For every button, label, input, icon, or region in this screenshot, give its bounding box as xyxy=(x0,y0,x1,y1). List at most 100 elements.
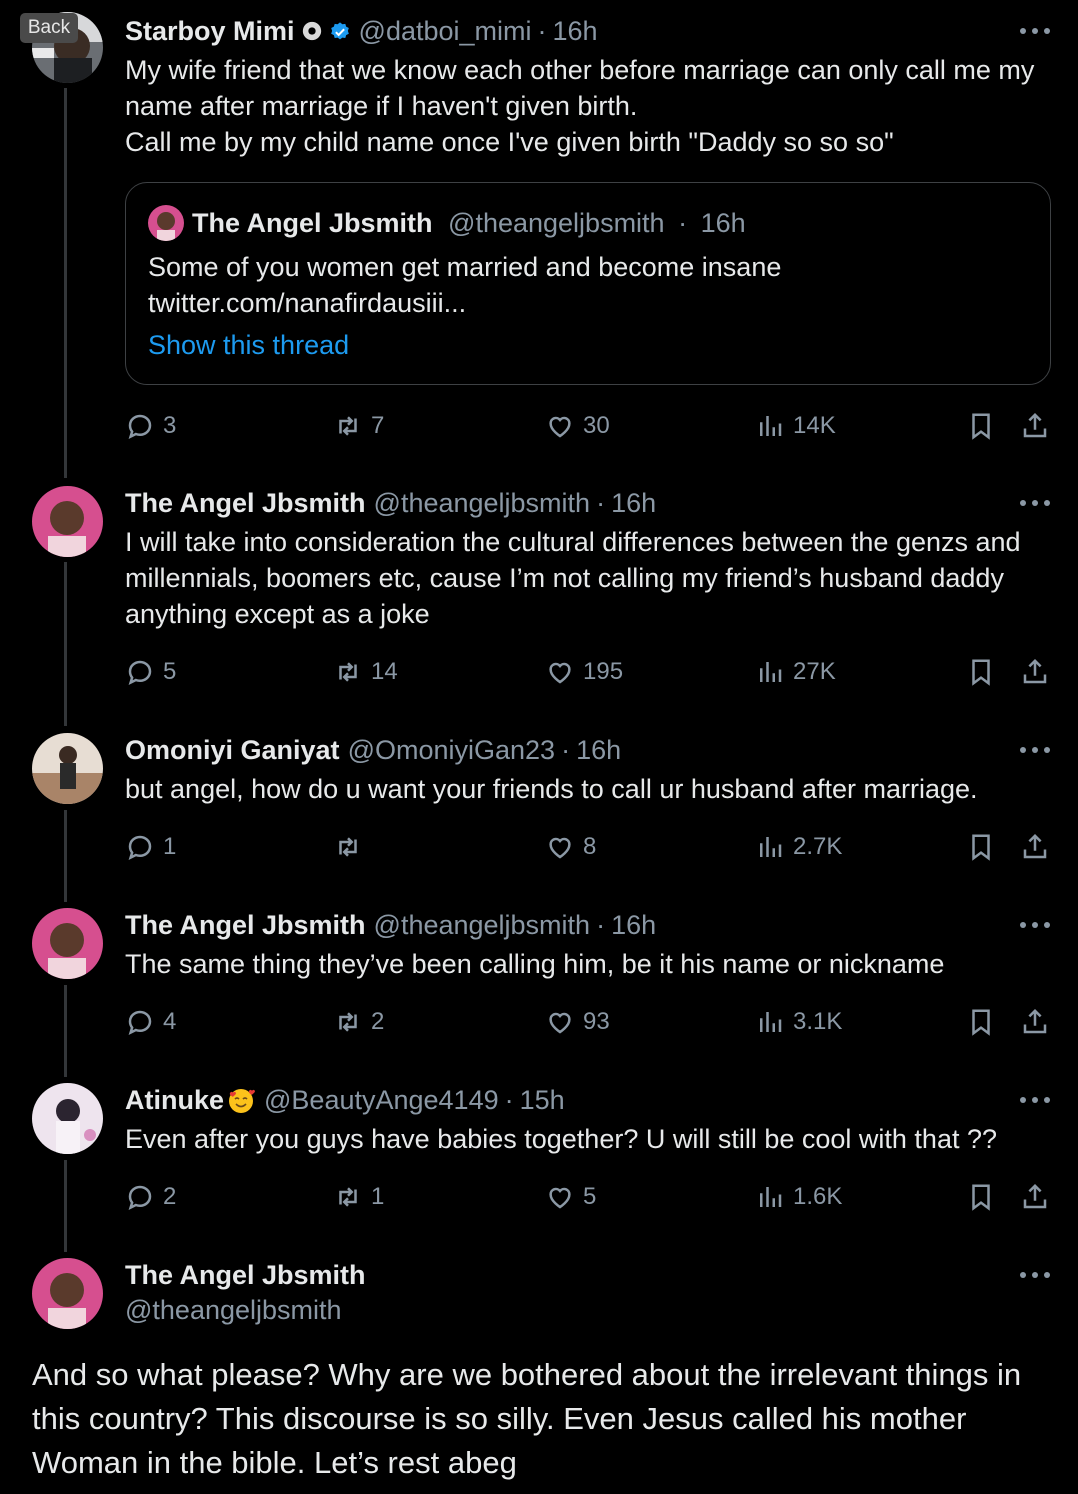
share-icon xyxy=(1020,411,1050,441)
avatar[interactable] xyxy=(32,486,103,557)
share-icon xyxy=(1020,1182,1050,1212)
timestamp[interactable]: 16h xyxy=(611,908,656,942)
avatar[interactable] xyxy=(32,733,103,804)
verified-badge-icon xyxy=(329,20,351,42)
separator-dot: · xyxy=(537,16,547,46)
view-count: 2.7K xyxy=(793,833,843,860)
more-icon[interactable] xyxy=(1020,733,1050,767)
views-button[interactable]: 27K xyxy=(755,655,836,689)
reply-icon xyxy=(125,411,155,441)
like-button[interactable]: 93 xyxy=(545,1005,610,1039)
author-handle[interactable]: @OmoniyiGan23 xyxy=(348,733,556,767)
avatar[interactable] xyxy=(32,1083,103,1154)
views-button[interactable]: 14K xyxy=(755,409,836,443)
retweet-icon xyxy=(333,1182,363,1212)
reply-button[interactable]: 4 xyxy=(125,1005,176,1039)
quote-author-name: The Angel Jbsmith xyxy=(192,208,433,238)
author-handle[interactable]: @BeautyAnge4149 xyxy=(264,1083,499,1117)
reply-button[interactable]: 2 xyxy=(125,1180,176,1214)
bookmark-button[interactable] xyxy=(966,1180,996,1214)
author-name[interactable]: Starboy Mimi xyxy=(125,14,295,48)
author-handle[interactable]: @theangeljbsmith xyxy=(125,1293,342,1327)
tweet-actions: 4 2 93 3.1K xyxy=(0,1005,1078,1039)
tweet-actions: 3 7 30 14K xyxy=(0,409,1078,443)
back-button[interactable]: Back xyxy=(20,13,78,43)
reply-icon xyxy=(125,1182,155,1212)
quote-timestamp: 16h xyxy=(700,208,746,238)
like-count: 93 xyxy=(583,1008,610,1035)
retweet-button[interactable]: 7 xyxy=(333,409,384,443)
tweet-header: The Angel Jbsmith xyxy=(125,1258,366,1292)
thread-line xyxy=(64,562,67,726)
share-button[interactable] xyxy=(1020,830,1050,864)
quoted-tweet[interactable]: The Angel Jbsmith @theangeljbsmith · 16h… xyxy=(125,182,1051,385)
like-count: 8 xyxy=(583,833,597,860)
author-name[interactable]: Omoniyi Ganiyat xyxy=(125,733,340,767)
like-count: 5 xyxy=(583,1183,597,1210)
author-name[interactable]: Atinuke xyxy=(125,1083,224,1117)
reply-count: 2 xyxy=(163,1183,177,1210)
bookmark-button[interactable] xyxy=(966,830,996,864)
like-button[interactable]: 5 xyxy=(545,1180,596,1214)
reply-icon xyxy=(125,657,155,687)
share-button[interactable] xyxy=(1020,1180,1050,1214)
more-icon[interactable] xyxy=(1020,486,1050,520)
bookmark-button[interactable] xyxy=(966,655,996,689)
heart-icon xyxy=(545,832,575,862)
share-icon xyxy=(1020,832,1050,862)
timestamp[interactable]: 16h xyxy=(553,14,598,48)
like-button[interactable]: 8 xyxy=(545,830,596,864)
retweet-button[interactable]: 14 xyxy=(333,655,398,689)
author-name[interactable]: The Angel Jbsmith xyxy=(125,1258,366,1292)
retweet-button[interactable] xyxy=(333,830,371,864)
author-handle[interactable]: @datboi_mimi xyxy=(359,14,532,48)
tweet-header: The Angel Jbsmith @theangeljbsmith · 16h xyxy=(125,486,657,520)
views-button[interactable]: 2.7K xyxy=(755,830,842,864)
retweet-button[interactable]: 1 xyxy=(333,1180,384,1214)
retweet-count: 14 xyxy=(371,658,398,685)
views-button[interactable]: 1.6K xyxy=(755,1180,842,1214)
view-count: 3.1K xyxy=(793,1008,843,1035)
retweet-count: 2 xyxy=(371,1008,385,1035)
share-button[interactable] xyxy=(1020,409,1050,443)
views-icon xyxy=(755,657,785,687)
timestamp[interactable]: 15h xyxy=(520,1083,565,1117)
avatar[interactable] xyxy=(32,908,103,979)
like-button[interactable]: 195 xyxy=(545,655,623,689)
author-handle[interactable]: @theangeljbsmith xyxy=(374,486,591,520)
tweet-actions: 5 14 195 27K xyxy=(0,655,1078,689)
author-handle[interactable]: @theangeljbsmith xyxy=(374,908,591,942)
views-button[interactable]: 3.1K xyxy=(755,1005,842,1039)
view-count: 27K xyxy=(793,658,836,685)
retweet-button[interactable]: 2 xyxy=(333,1005,384,1039)
tweet-actions: 2 1 5 1.6K xyxy=(0,1180,1078,1214)
more-icon[interactable] xyxy=(1020,14,1050,48)
like-button[interactable]: 30 xyxy=(545,409,610,443)
tweet-text: but angel, how do u want your friends to… xyxy=(125,774,978,804)
more-icon[interactable] xyxy=(1020,1083,1050,1117)
reply-button[interactable]: 5 xyxy=(125,655,176,689)
avatar[interactable] xyxy=(32,1258,103,1329)
bookmark-button[interactable] xyxy=(966,409,996,443)
share-button[interactable] xyxy=(1020,1005,1050,1039)
timestamp[interactable]: 16h xyxy=(611,486,656,520)
like-count: 30 xyxy=(583,412,610,439)
share-button[interactable] xyxy=(1020,655,1050,689)
timestamp[interactable]: 16h xyxy=(576,733,621,767)
more-icon[interactable] xyxy=(1020,1258,1050,1292)
retweet-icon xyxy=(333,1007,363,1037)
reply-button[interactable]: 3 xyxy=(125,409,176,443)
more-icon[interactable] xyxy=(1020,908,1050,942)
author-name[interactable]: The Angel Jbsmith xyxy=(125,908,366,942)
bookmark-icon xyxy=(966,1182,996,1212)
reply-button[interactable]: 1 xyxy=(125,830,176,864)
view-count: 1.6K xyxy=(793,1183,843,1210)
bookmark-icon xyxy=(966,657,996,687)
views-icon xyxy=(755,1007,785,1037)
show-thread-link[interactable]: Show this thread xyxy=(148,327,349,363)
tweet-text: My wife friend that we know each other b… xyxy=(125,55,1035,157)
author-name[interactable]: The Angel Jbsmith xyxy=(125,486,366,520)
bookmark-button[interactable] xyxy=(966,1005,996,1039)
quote-avatar xyxy=(148,205,184,241)
bookmark-icon xyxy=(966,832,996,862)
